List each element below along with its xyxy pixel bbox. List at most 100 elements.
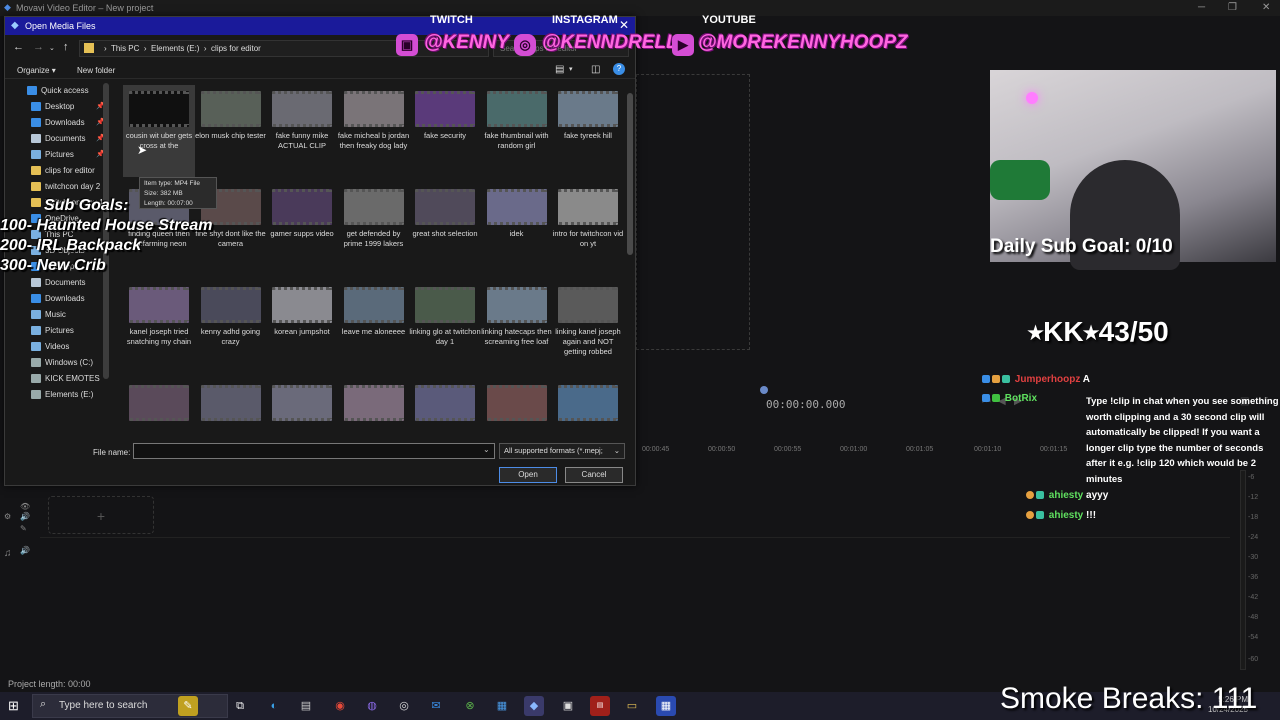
videos-icon (31, 342, 41, 352)
app-icon[interactable]: ▦ (492, 696, 512, 716)
file-item[interactable]: get defended by prime 1999 lakers (338, 183, 410, 275)
windows-start-icon[interactable]: ⊞ (8, 699, 22, 713)
file-item[interactable] (266, 379, 338, 443)
chat-username: BotRix (1004, 393, 1038, 404)
file-item[interactable] (552, 379, 624, 443)
task-view-icon[interactable]: ⧉ (230, 696, 250, 716)
preview-pane-icon[interactable]: ◫ (591, 64, 600, 75)
view-options-icon[interactable]: ▤ (555, 64, 564, 75)
file-item[interactable] (123, 379, 195, 443)
cancel-button[interactable]: Cancel (565, 467, 623, 483)
chat-text: !!! (1086, 510, 1097, 521)
chrome-icon[interactable]: ◉ (330, 696, 350, 716)
pictures-icon (31, 150, 41, 160)
file-item[interactable]: idek (481, 183, 553, 275)
nav-item[interactable]: Quick access (9, 83, 109, 99)
new-folder-button[interactable]: New folder (77, 66, 115, 75)
video-thumbnail (558, 287, 618, 323)
up-arrow-icon[interactable]: ↑ (63, 41, 69, 53)
files-scrollbar[interactable] (627, 93, 633, 255)
file-item[interactable]: gamer supps video (266, 183, 338, 275)
app-icon[interactable]: ▣ (558, 696, 578, 716)
nav-item[interactable]: Music (9, 307, 109, 323)
file-item[interactable]: fake micheal b jordan then freaky dog la… (338, 85, 410, 177)
open-button[interactable]: Open (499, 467, 557, 483)
video-thumbnail (415, 91, 475, 127)
video-thumbnail (558, 385, 618, 421)
breadcrumb-item[interactable]: This PC (111, 44, 139, 53)
app-icon[interactable]: ▤ (590, 696, 610, 716)
file-item[interactable]: linking hatecaps then screaming free loa… (481, 281, 553, 373)
filename-dropdown-icon[interactable]: ⌄ (483, 445, 490, 454)
file-item[interactable] (481, 379, 553, 443)
sub-goal-item: 300- New Crib (0, 257, 106, 274)
file-item[interactable]: linking glo at twitchon day 1 (409, 281, 481, 373)
help-icon[interactable]: ? (613, 63, 625, 75)
nav-item[interactable]: Documents (9, 275, 109, 291)
xbox-icon[interactable]: ⊗ (460, 696, 480, 716)
file-item[interactable] (338, 379, 410, 443)
taskbar-search[interactable]: Type here to search (32, 694, 228, 718)
recent-dropdown-icon[interactable]: ⌄ (49, 44, 55, 52)
filename-label: File name: (93, 448, 131, 457)
app-icon[interactable]: ▦ (656, 696, 676, 716)
nav-item[interactable]: Pictures (9, 323, 109, 339)
file-item[interactable]: fake funny mike ACTUAL CLIP (266, 85, 338, 177)
file-item[interactable]: linking kanel joseph again and NOT getti… (552, 281, 624, 373)
file-item[interactable] (409, 379, 481, 443)
nav-item[interactable]: Downloads (9, 291, 109, 307)
file-item[interactable]: intro for twitchcon vid on yt (552, 183, 624, 275)
file-item[interactable]: elon musk chip tester (195, 85, 267, 177)
file-item[interactable]: korean jumpshot (266, 281, 338, 373)
media-drop-area[interactable] (636, 74, 750, 350)
obs-icon[interactable]: ◎ (394, 696, 414, 716)
file-item[interactable]: fake thumbnail with random girl (481, 85, 553, 177)
volume-icon[interactable]: 🔊 (20, 512, 30, 521)
badge-icon (1036, 491, 1044, 500)
add-media-button[interactable]: + (48, 496, 154, 534)
nav-item[interactable]: twitchcon day 2 (9, 179, 109, 195)
file-item[interactable]: fake tyreek hill (552, 85, 624, 177)
app-icon[interactable]: ✎ (178, 696, 198, 716)
organize-menu[interactable]: Organize ▾ (17, 66, 56, 75)
file-item[interactable] (195, 379, 267, 443)
maximize-button[interactable]: ❐ (1228, 2, 1237, 13)
nav-item[interactable]: Videos (9, 339, 109, 355)
file-item[interactable]: cousin wit uber gets cross at the (123, 85, 195, 177)
playhead-handle[interactable] (760, 386, 768, 394)
file-name: get defended by prime 1999 lakers (343, 229, 404, 248)
breadcrumb-item[interactable]: Elements (E:) (151, 44, 199, 53)
back-arrow-icon[interactable]: ← (13, 41, 24, 53)
close-button[interactable]: ✕ (1262, 2, 1270, 13)
nav-item[interactable]: Documents 📌 (9, 131, 109, 147)
nav-item[interactable]: Elements (E:) (9, 387, 109, 403)
format-select[interactable]: All supported formats (*.mepj; ⌄ (499, 443, 625, 459)
audio-volume-icon[interactable]: 🔊 (20, 546, 30, 555)
minimize-button[interactable]: ─ (1198, 2, 1205, 13)
movavi-icon[interactable]: ◆ (524, 696, 544, 716)
edge-icon[interactable]: ◐ (264, 696, 284, 716)
view-dropdown-icon[interactable]: ▾ (569, 65, 573, 73)
track-settings-icon[interactable]: ⚙ (4, 512, 11, 521)
filename-input[interactable] (133, 443, 495, 459)
nav-item[interactable]: Windows (C:) (9, 355, 109, 371)
visibility-icon[interactable]: 👁 (20, 502, 30, 511)
file-explorer-icon[interactable]: ▭ (622, 696, 642, 716)
file-item[interactable]: kanel joseph tried snatching my chain (123, 281, 195, 373)
nav-item[interactable]: Pictures 📌 (9, 147, 109, 163)
nav-item[interactable]: clips for editor (9, 163, 109, 179)
file-item[interactable]: kenny adhd going crazy (195, 281, 267, 373)
nav-item[interactable]: Downloads 📌 (9, 115, 109, 131)
pictures-icon (31, 326, 41, 336)
outlook-icon[interactable]: ✉ (426, 696, 446, 716)
breadcrumb-item[interactable]: clips for editor (211, 44, 261, 53)
lock-icon[interactable]: ✎ (20, 524, 27, 533)
discord-icon[interactable]: ◍ (362, 696, 382, 716)
nav-item[interactable]: Desktop 📌 (9, 99, 109, 115)
file-item[interactable]: leave me aloneeee (338, 281, 410, 373)
file-item[interactable]: fake security (409, 85, 481, 177)
store-icon[interactable]: ▤ (296, 696, 316, 716)
nav-item[interactable]: KICK EMOTES (D (9, 371, 109, 399)
forward-arrow-icon[interactable]: → (33, 41, 44, 53)
file-item[interactable]: great shot selection (409, 183, 481, 275)
